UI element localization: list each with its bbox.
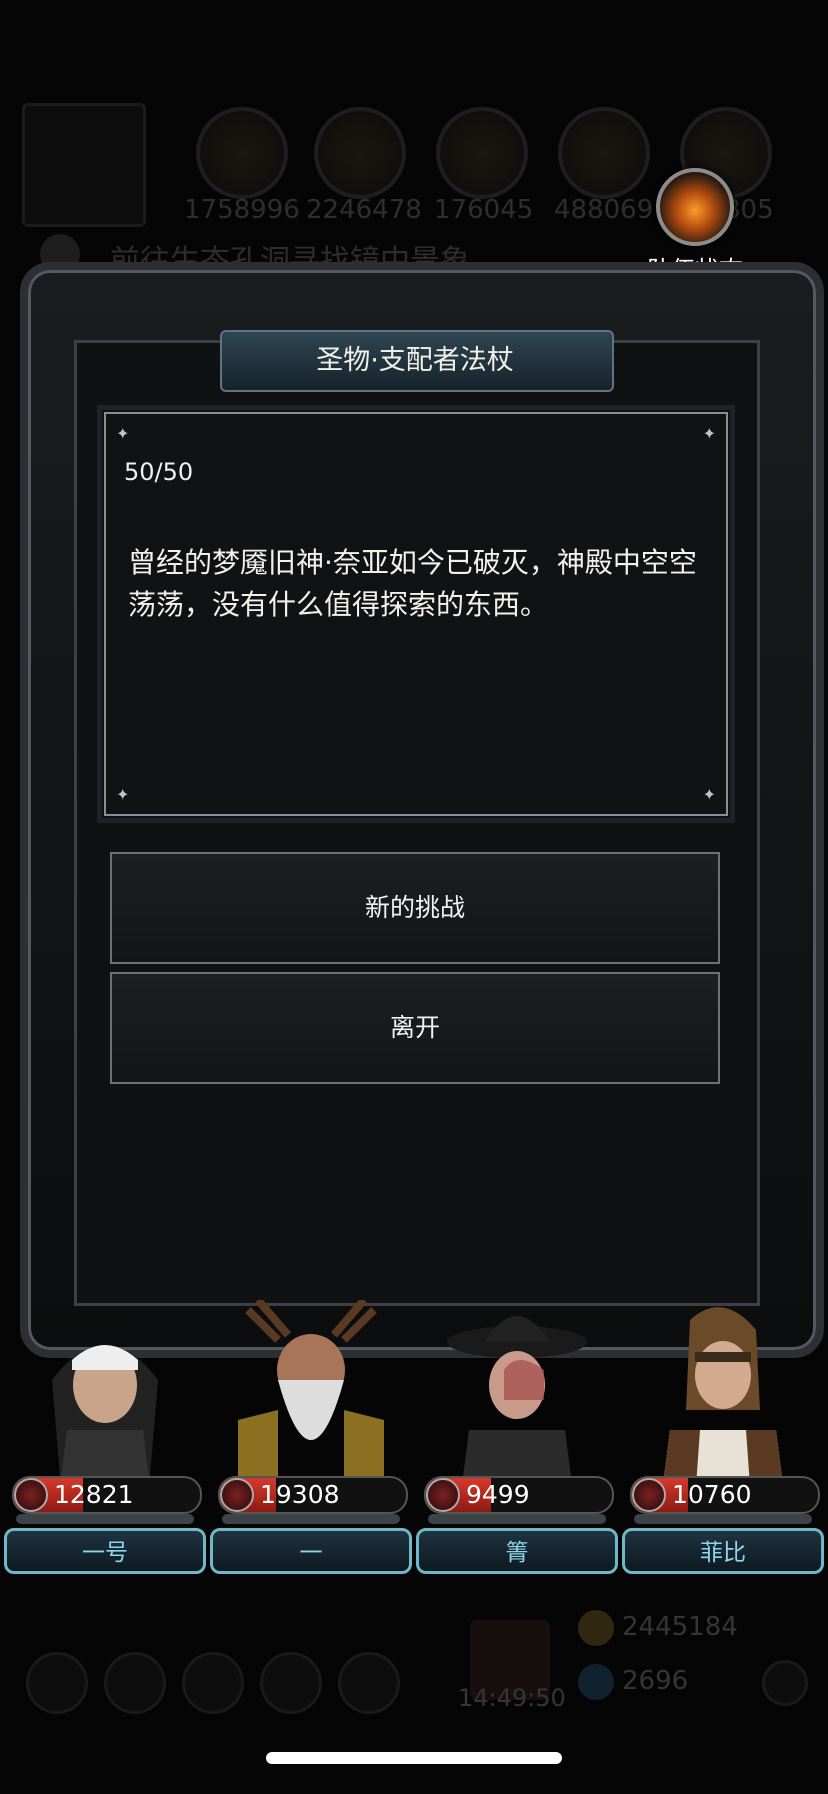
hp-value: 12821 (54, 1480, 134, 1509)
resource-icon-4 (558, 107, 650, 199)
hero-name: 一 (210, 1528, 412, 1574)
resource-icon-1 (196, 107, 288, 199)
energy-bar (634, 1514, 812, 1524)
menu-icon (182, 1652, 244, 1714)
hero-figure-druid (238, 1300, 384, 1478)
menu-icon (260, 1652, 322, 1714)
corner-star-icon: ✦ (702, 424, 716, 443)
leave-button[interactable]: 离开 (110, 972, 720, 1084)
hero-portrait (2, 1290, 208, 1478)
hero-name: 菲比 (622, 1528, 824, 1574)
gem-icon (578, 1664, 614, 1700)
hp-bar: 10760 (630, 1476, 820, 1514)
hp-value: 19308 (260, 1480, 340, 1509)
menu-icon (26, 1652, 88, 1714)
energy-bar (16, 1514, 194, 1524)
resource-icon-3 (436, 107, 528, 199)
event-progress: 50/50 (124, 458, 194, 486)
hero-figure-rogue (447, 1316, 587, 1478)
flame-icon (656, 168, 734, 246)
resource-value-3: 176045 (434, 195, 534, 225)
home-indicator[interactable] (266, 1752, 562, 1764)
hero-card[interactable]: 19308 一 (208, 1290, 414, 1580)
leave-label: 离开 (389, 1013, 440, 1042)
new-challenge-label: 新的挑战 (364, 893, 465, 922)
gem-amount: 2696 (622, 1666, 689, 1696)
player-portrait (22, 103, 146, 227)
gift-timer: 14:49:50 (458, 1684, 566, 1712)
add-icon (762, 1660, 808, 1706)
event-description: 曾经的梦魇旧神·奈亚如今已破灭，神殿中空空荡荡，没有什么值得探索的东西。 (128, 546, 697, 621)
hp-bar: 12821 (12, 1476, 202, 1514)
energy-bar (428, 1514, 606, 1524)
dialog-title: 圣物·支配者法杖 (316, 345, 514, 376)
gold-amount: 2445184 (622, 1612, 738, 1642)
bottom-nav: 14:49:50 2445184 2696 (0, 1600, 828, 1730)
resource-value-1: 1758996 (184, 195, 300, 225)
menu-icon (338, 1652, 400, 1714)
hero-portrait (208, 1290, 414, 1478)
hero-card[interactable]: 9499 箐 (414, 1290, 620, 1580)
sword-icon (426, 1478, 460, 1512)
resource-icon-2 (314, 107, 406, 199)
new-challenge-button[interactable]: 新的挑战 (110, 852, 720, 964)
corner-star-icon: ✦ (116, 785, 130, 804)
team-status-button[interactable]: 队伍状态 (640, 168, 750, 284)
resource-value-2: 2246478 (306, 195, 422, 225)
sword-icon (632, 1478, 666, 1512)
sword-icon (14, 1478, 48, 1512)
hp-value: 9499 (466, 1480, 530, 1509)
hero-figure-noble (663, 1307, 783, 1478)
hero-name: 箐 (416, 1528, 618, 1574)
hero-figure-nun (52, 1345, 158, 1478)
hero-card[interactable]: 12821 一号 (2, 1290, 208, 1580)
gold-coin-icon (578, 1610, 614, 1646)
corner-star-icon: ✦ (702, 785, 716, 804)
energy-bar (222, 1514, 400, 1524)
hero-name: 一号 (4, 1528, 206, 1574)
hp-bar: 19308 (218, 1476, 408, 1514)
sword-icon (220, 1478, 254, 1512)
hero-card[interactable]: 10760 菲比 (620, 1290, 826, 1580)
corner-star-icon: ✦ (116, 424, 130, 443)
menu-icon (104, 1652, 166, 1714)
hp-bar: 9499 (424, 1476, 614, 1514)
hero-portrait (620, 1290, 826, 1478)
hp-value: 10760 (672, 1480, 752, 1509)
hero-portrait (414, 1290, 620, 1478)
resource-value-4: 488069 (554, 195, 654, 225)
